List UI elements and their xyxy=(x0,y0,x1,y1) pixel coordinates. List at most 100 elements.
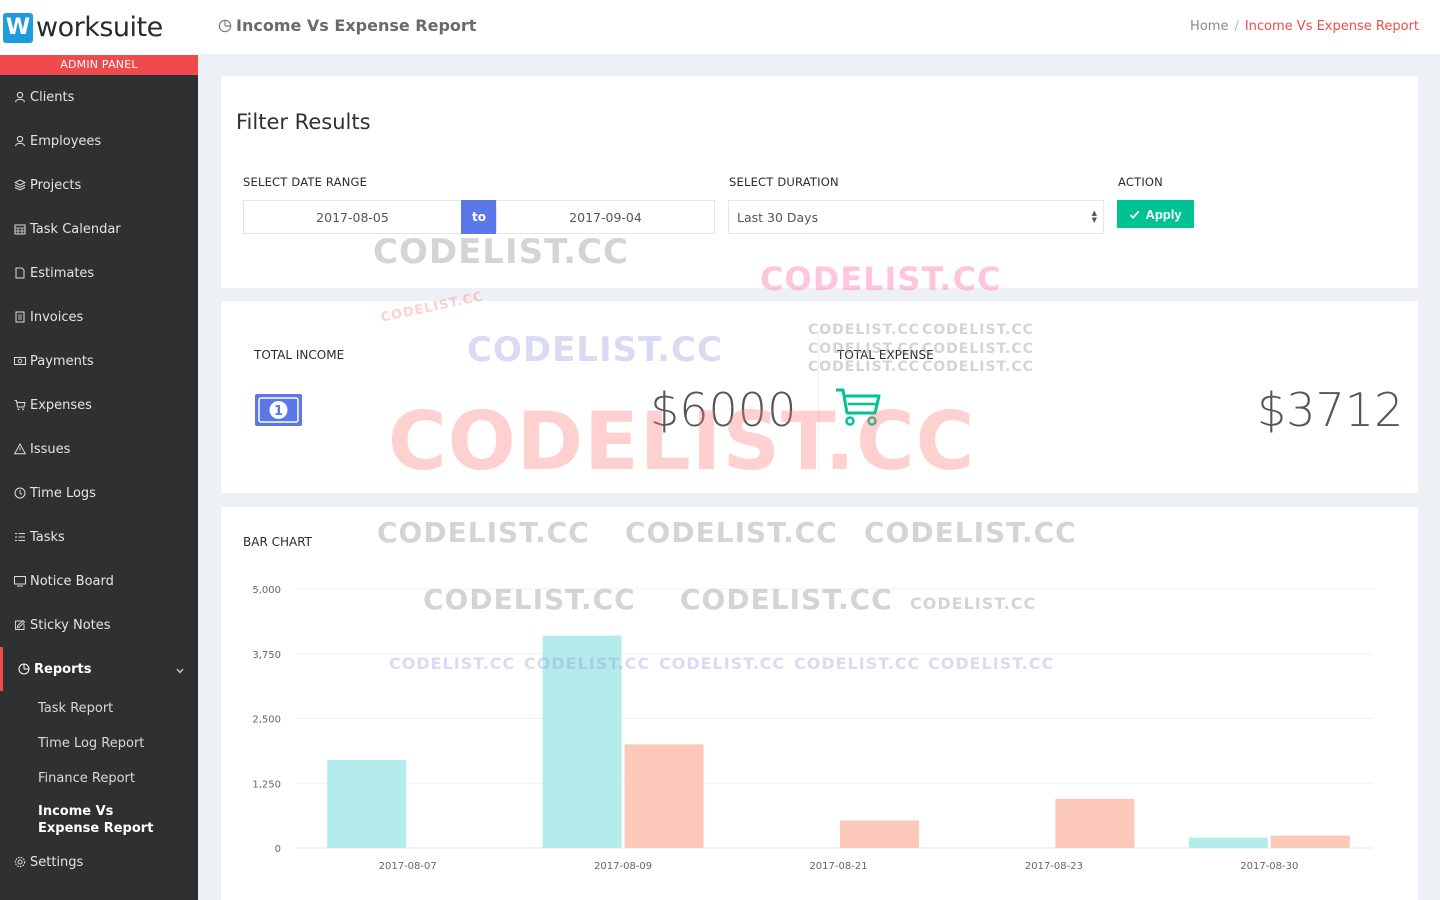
sidebar: W worksuite ADMIN PANEL Clients Employees… xyxy=(0,0,198,900)
sidebar-item-time-logs[interactable]: Time Logs xyxy=(0,471,198,515)
sidebar-item-label: Task Calendar xyxy=(30,221,121,237)
breadcrumb-home[interactable]: Home xyxy=(1190,19,1228,34)
income-bar[interactable] xyxy=(327,759,407,848)
y-tick-label: 0 xyxy=(275,844,281,855)
user-icon xyxy=(12,91,28,103)
note-icon xyxy=(12,619,28,631)
sidebar-item-expenses[interactable]: Expenses xyxy=(0,383,198,427)
expense-bar[interactable] xyxy=(1055,798,1135,848)
page-title: Income Vs Expense Report xyxy=(218,16,476,35)
sidebar-item-label: Invoices xyxy=(30,309,84,325)
clock-icon xyxy=(12,487,28,499)
sidebar-item-tasks[interactable]: Tasks xyxy=(0,515,198,559)
x-tick-label: 2017-08-21 xyxy=(809,861,867,872)
filter-panel: Filter Results SELECT DATE RANGE 2017-08… xyxy=(221,76,1418,288)
breadcrumb: Home / Income Vs Expense Report xyxy=(1190,19,1419,34)
sidebar-item-label: Estimates xyxy=(30,265,95,281)
duration-select-value: Last 30 Days xyxy=(737,209,819,225)
total-expense-label: TOTAL EXPENSE xyxy=(837,348,934,362)
x-tick-label: 2017-08-09 xyxy=(594,861,652,872)
list-icon xyxy=(12,531,28,543)
admin-panel-label: ADMIN PANEL xyxy=(0,55,198,75)
total-income-value: $6000 xyxy=(650,383,797,437)
sidebar-item-sticky-notes[interactable]: Sticky Notes xyxy=(0,603,198,647)
logo-badge: W xyxy=(3,12,33,43)
topbar: Income Vs Expense Report Home / Income V… xyxy=(198,0,1440,54)
y-tick-label: 5,000 xyxy=(252,585,281,596)
sidebar-item-payments[interactable]: Payments xyxy=(0,339,198,383)
logo[interactable]: W worksuite xyxy=(0,0,198,55)
breadcrumb-separator: / xyxy=(1234,19,1239,34)
apply-button[interactable]: Apply xyxy=(1117,200,1194,228)
x-tick-label: 2017-08-23 xyxy=(1025,861,1083,872)
stats-panel: TOTAL INCOME 1 $6000 TOTAL EXPENSE $3712 xyxy=(221,301,1418,493)
end-date-input[interactable]: 2017-09-04 xyxy=(496,200,715,234)
sidebar-item-settings[interactable]: Settings xyxy=(0,844,198,880)
sidebar-subitem-finance-report[interactable]: Finance Report xyxy=(0,761,198,796)
income-bar[interactable] xyxy=(1188,837,1268,848)
filter-title: Filter Results xyxy=(236,110,371,134)
sidebar-subitem-income-vs-expense-report[interactable]: Income Vs Expense Report xyxy=(0,796,198,844)
x-tick-label: 2017-08-30 xyxy=(1240,861,1298,872)
logo-text: worksuite xyxy=(36,12,163,43)
chart-panel: BAR CHART 0 1,250 2,500 3,750 5,000 2017-08-0… xyxy=(221,507,1418,900)
sidebar-item-estimates[interactable]: Estimates xyxy=(0,251,198,295)
calendar-icon xyxy=(12,223,28,235)
gear-icon xyxy=(12,856,28,868)
monitor-icon xyxy=(12,575,28,587)
sidebar-item-label: Expenses xyxy=(30,397,92,413)
sidebar-item-label: Tasks xyxy=(30,529,65,545)
y-tick-label: 2,500 xyxy=(252,715,281,726)
sidebar-item-label: Employees xyxy=(30,133,102,149)
start-date-input[interactable]: 2017-08-05 xyxy=(243,200,462,234)
duration-select[interactable]: Last 30 Days ▲ ▼ xyxy=(728,200,1104,234)
sidebar-item-employees[interactable]: Employees xyxy=(0,119,198,163)
sidebar-item-clients[interactable]: Clients xyxy=(0,75,198,119)
sidebar-item-task-calendar[interactable]: Task Calendar xyxy=(0,207,198,251)
layers-icon xyxy=(12,179,28,191)
warning-icon xyxy=(12,443,28,455)
sidebar-item-label: Time Logs xyxy=(30,485,96,501)
sidebar-item-label: Issues xyxy=(30,441,71,457)
sidebar-item-projects[interactable]: Projects xyxy=(0,163,198,207)
user-icon xyxy=(12,135,28,147)
document-icon xyxy=(12,267,28,279)
expense-bar[interactable] xyxy=(624,744,704,848)
expense-bar[interactable] xyxy=(1270,835,1350,848)
sidebar-subitem-task-report[interactable]: Task Report xyxy=(0,691,198,726)
sidebar-item-issues[interactable]: Issues xyxy=(0,427,198,471)
sidebar-item-label: Payments xyxy=(30,353,94,369)
sidebar-item-reports[interactable]: Reports xyxy=(0,647,198,691)
y-tick-label: 3,750 xyxy=(252,650,281,661)
check-icon xyxy=(1130,210,1140,219)
sidebar-subitem-label: Task Report xyxy=(38,701,114,716)
sidebar-item-label: Notice Board xyxy=(30,573,114,589)
cart-icon xyxy=(12,399,28,411)
expense-bar[interactable] xyxy=(840,820,919,848)
pie-chart-icon xyxy=(16,663,32,675)
select-arrows-icon: ▲ ▼ xyxy=(1091,209,1097,224)
sidebar-item-label: Projects xyxy=(30,177,82,193)
duration-label: SELECT DURATION xyxy=(729,175,839,189)
page-title-text: Income Vs Expense Report xyxy=(236,16,477,35)
money-icon: 1 xyxy=(255,394,302,426)
sidebar-subitem-label: Time Log Report xyxy=(38,736,145,751)
svg-text:1: 1 xyxy=(274,404,283,419)
bar-chart: 0 1,250 2,500 3,750 5,000 2017-08-07 2017-08-0… xyxy=(252,585,1373,872)
income-bar[interactable] xyxy=(542,635,622,848)
x-tick-label: 2017-08-07 xyxy=(379,861,437,872)
breadcrumb-current: Income Vs Expense Report xyxy=(1244,19,1419,34)
sidebar-item-notice-board[interactable]: Notice Board xyxy=(0,559,198,603)
sidebar-subitem-label: Income Vs Expense Report xyxy=(38,804,154,836)
total-expense-value: $3712 xyxy=(1257,383,1404,437)
cart-icon xyxy=(836,388,881,426)
sidebar-subitem-time-log-report[interactable]: Time Log Report xyxy=(0,726,198,761)
sidebar-item-label: Sticky Notes xyxy=(30,617,111,633)
total-income-label: TOTAL INCOME xyxy=(254,348,345,362)
sidebar-item-invoices[interactable]: Invoices xyxy=(0,295,198,339)
pie-chart-icon xyxy=(218,19,232,32)
chevron-down-icon xyxy=(176,663,184,678)
sidebar-item-label: Reports xyxy=(34,661,92,677)
sidebar-item-label: Clients xyxy=(30,89,75,105)
receipt-icon xyxy=(12,311,28,323)
